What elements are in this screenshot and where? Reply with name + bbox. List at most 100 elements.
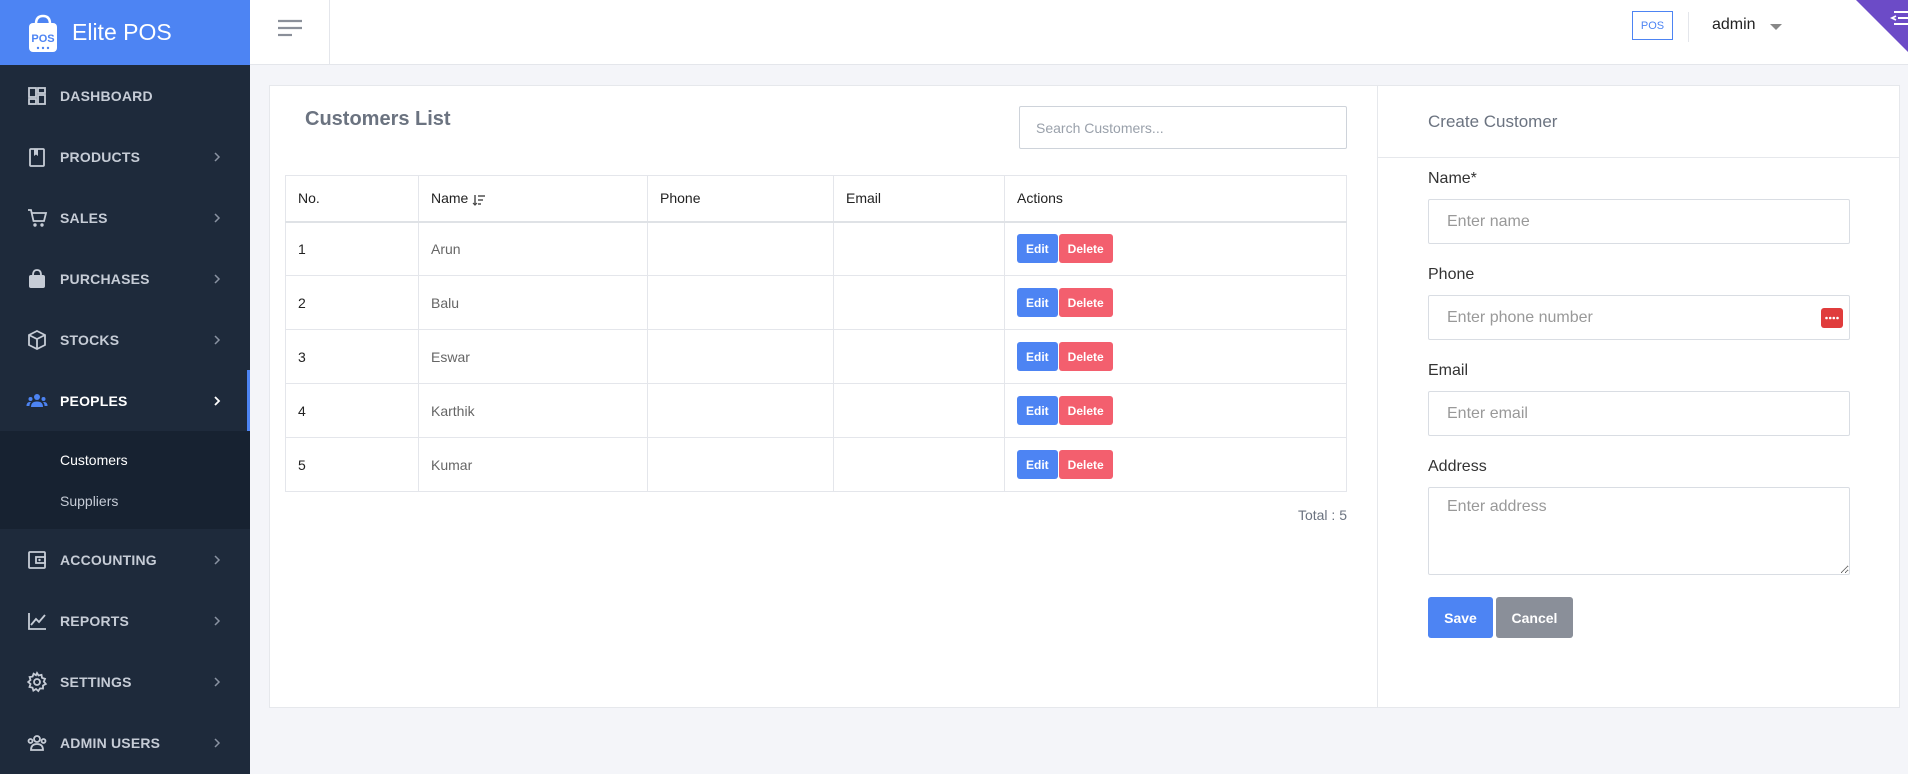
col-header-email: Email — [833, 175, 1005, 223]
cell-name: Arun — [418, 221, 648, 276]
table-row: 3 Eswar Edit Delete — [285, 329, 1347, 384]
sidebar-item-products[interactable]: PRODUCTS — [0, 126, 250, 187]
sidebar-item-admin-users[interactable]: ADMIN USERS — [0, 712, 250, 773]
edit-button[interactable]: Edit — [1017, 288, 1058, 317]
sidebar-subitem-suppliers[interactable]: Suppliers — [0, 480, 250, 521]
cart-icon — [26, 207, 48, 229]
sidebar-item-label: PRODUCTS — [60, 148, 141, 165]
sidebar-item-accounting[interactable]: ACCOUNTING — [0, 529, 250, 590]
cell-no: 4 — [285, 383, 419, 438]
cell-name: Kumar — [418, 437, 648, 492]
col-header-phone: Phone — [647, 175, 834, 223]
delete-button[interactable]: Delete — [1058, 342, 1113, 371]
col-header-name-label: Name — [431, 190, 469, 207]
sidebar-item-dashboard[interactable]: DASHBOARD — [0, 65, 250, 126]
delete-button[interactable]: Delete — [1058, 288, 1113, 317]
cell-email — [833, 329, 1005, 384]
delete-button[interactable]: Delete — [1058, 450, 1113, 479]
topbar: POS admin — [250, 0, 1908, 65]
cell-email — [833, 437, 1005, 492]
cell-phone — [647, 383, 834, 438]
edit-button[interactable]: Edit — [1017, 234, 1058, 264]
customers-list-section: Customers List No. Name Phone Email Acti… — [270, 86, 1377, 707]
pos-bag-logo-icon: POS — [29, 14, 57, 52]
search-customers-input[interactable] — [1019, 106, 1347, 149]
table-header-row: No. Name Phone Email Actions — [285, 175, 1347, 223]
cell-no: 2 — [285, 275, 419, 330]
sidebar-subitem-customers[interactable]: Customers — [0, 439, 250, 480]
table-row: 4 Karthik Edit Delete — [285, 383, 1347, 438]
dashboard-icon — [26, 85, 48, 107]
chevron-right-icon — [214, 151, 221, 162]
sidebar-item-purchases[interactable]: PURCHASES — [0, 248, 250, 309]
address-field[interactable] — [1428, 487, 1850, 575]
customers-table: No. Name Phone Email Actions 1 Arun Edit… — [285, 175, 1347, 492]
chevron-right-icon — [214, 615, 221, 626]
create-customer-section: Create Customer Name* Phone Email Addres… — [1377, 86, 1899, 707]
cell-email — [833, 383, 1005, 438]
sidebar: POS Elite POS DASHBOARD PRODUCTS SALES P… — [0, 0, 250, 774]
book-icon — [26, 146, 48, 168]
sidebar-item-sales[interactable]: SALES — [0, 187, 250, 248]
wallet-icon — [26, 549, 48, 571]
cell-actions: Edit Delete — [1004, 275, 1347, 330]
delete-button[interactable]: Delete — [1058, 234, 1113, 264]
total-count: Total : 5 — [1297, 507, 1347, 523]
phone-label: Phone — [1428, 266, 1475, 283]
cell-phone — [647, 221, 834, 276]
cancel-button[interactable]: Cancel — [1496, 597, 1573, 638]
sidebar-item-reports[interactable]: REPORTS — [0, 590, 250, 651]
sidebar-item-label: PURCHASES — [60, 270, 150, 287]
customers-card: Customers List No. Name Phone Email Acti… — [269, 85, 1900, 708]
settings-corner-toggle-icon[interactable] — [1856, 0, 1908, 52]
col-header-name[interactable]: Name — [418, 175, 648, 223]
col-header-no: No. — [285, 175, 419, 223]
delete-button[interactable]: Delete — [1058, 396, 1113, 425]
sidebar-item-label: ACCOUNTING — [60, 551, 157, 568]
table-row: 2 Balu Edit Delete — [285, 275, 1347, 330]
sidebar-item-label: SALES — [60, 209, 108, 226]
edit-button[interactable]: Edit — [1017, 342, 1058, 371]
cell-email — [833, 275, 1005, 330]
cell-name: Balu — [418, 275, 648, 330]
sidebar-item-label: DASHBOARD — [60, 87, 153, 104]
chevron-right-icon — [214, 676, 221, 687]
cell-phone — [647, 437, 834, 492]
box-icon — [26, 329, 48, 351]
table-row: 1 Arun Edit Delete — [285, 221, 1347, 276]
user-menu[interactable]: admin — [1712, 16, 1782, 34]
topbar-divider — [1688, 12, 1689, 42]
sidebar-item-label: ADMIN USERS — [60, 734, 161, 751]
name-field[interactable] — [1428, 199, 1850, 244]
save-button[interactable]: Save — [1428, 597, 1493, 638]
col-header-actions: Actions — [1004, 175, 1347, 223]
sidebar-item-settings[interactable]: SETTINGS — [0, 651, 250, 712]
cell-no: 5 — [285, 437, 419, 492]
menu-toggle-button[interactable] — [250, 0, 330, 65]
cell-no: 1 — [285, 221, 419, 276]
brand[interactable]: POS Elite POS — [0, 0, 250, 65]
edit-button[interactable]: Edit — [1017, 396, 1058, 425]
password-manager-icon[interactable] — [1821, 308, 1843, 328]
customers-list-title: Customers List — [305, 108, 451, 130]
sidebar-item-label: PEOPLES — [60, 392, 128, 409]
email-field[interactable] — [1428, 391, 1850, 436]
cell-name: Eswar — [418, 329, 648, 384]
chevron-right-icon — [214, 273, 221, 284]
caret-down-icon — [1769, 23, 1782, 30]
sidebar-item-label: SETTINGS — [60, 673, 132, 690]
cell-actions: Edit Delete — [1004, 221, 1347, 276]
create-customer-title: Create Customer — [1378, 86, 1899, 158]
app-title: Elite POS — [72, 19, 172, 45]
phone-field[interactable] — [1428, 295, 1850, 340]
address-label: Address — [1428, 458, 1487, 475]
edit-button[interactable]: Edit — [1017, 450, 1058, 479]
name-label: Name* — [1428, 170, 1477, 187]
cell-phone — [647, 275, 834, 330]
cell-no: 3 — [285, 329, 419, 384]
sidebar-nav: DASHBOARD PRODUCTS SALES PURCHASES STOCK… — [0, 65, 250, 773]
sidebar-item-stocks[interactable]: STOCKS — [0, 309, 250, 370]
table-row: 5 Kumar Edit Delete — [285, 437, 1347, 492]
sidebar-item-peoples[interactable]: PEOPLES — [0, 370, 250, 431]
pos-button[interactable]: POS — [1632, 11, 1673, 40]
